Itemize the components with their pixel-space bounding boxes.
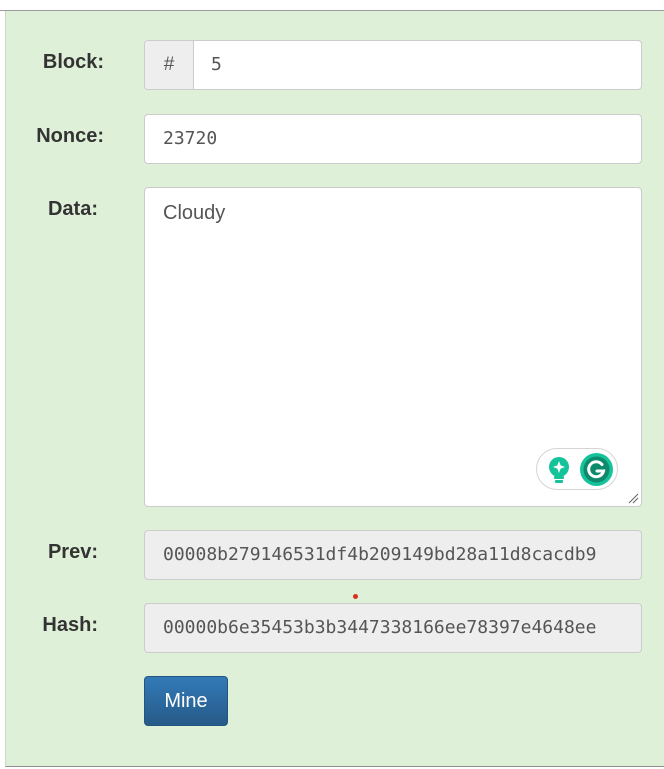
nonce-label: Nonce: — [36, 125, 104, 147]
block-number-field[interactable]: # 5 — [144, 40, 642, 90]
hash-label: Hash: — [42, 614, 98, 636]
prev-hash-field[interactable]: 00008b279146531df4b209149bd28a11d8cacdb9 — [144, 530, 642, 580]
block-panel: Block: # 5 Nonce: 23720 Data: Cloudy Pre… — [5, 11, 664, 767]
hash-field[interactable]: 00000b6e35453b3b3447338166ee78397e4648ee — [144, 603, 642, 653]
hash-value: 00000b6e35453b3b3447338166ee78397e4648ee — [163, 617, 597, 638]
nonce-field[interactable]: 23720 — [144, 114, 642, 164]
grammarly-widget[interactable] — [536, 448, 618, 490]
resize-handle-icon[interactable] — [627, 492, 639, 504]
window-top-edge — [0, 0, 664, 11]
prev-label: Prev: — [47, 541, 98, 563]
hash-sign-addon: # — [145, 41, 194, 89]
data-label: Data: — [47, 198, 98, 220]
nonce-value: 23720 — [163, 128, 218, 149]
block-label: Block: — [42, 51, 104, 73]
lightbulb-icon[interactable] — [546, 456, 572, 484]
grammarly-g-icon[interactable] — [580, 453, 613, 486]
data-textarea[interactable]: Cloudy — [144, 187, 642, 507]
data-value: Cloudy — [163, 202, 226, 224]
mine-button[interactable]: Mine — [144, 676, 228, 726]
block-number-value: 5 — [211, 54, 222, 75]
prev-hash-value: 00008b279146531df4b209149bd28a11d8cacdb9 — [163, 544, 597, 565]
status-dot — [353, 594, 358, 599]
